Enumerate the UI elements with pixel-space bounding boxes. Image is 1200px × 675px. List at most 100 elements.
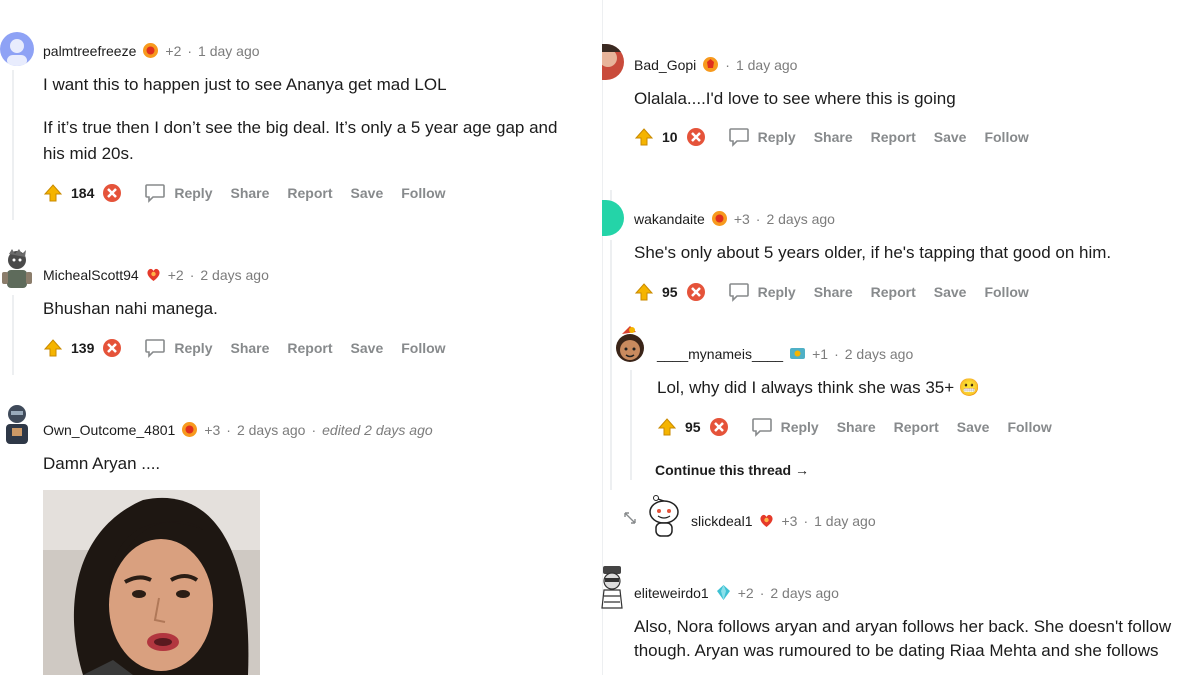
downvote-icon[interactable] (102, 338, 122, 358)
separator-dot: · (725, 56, 730, 73)
comment-image[interactable] (43, 490, 260, 675)
award-icon (181, 421, 198, 438)
username[interactable]: eliteweirdo1 (634, 585, 709, 601)
avatar[interactable] (0, 402, 34, 446)
vote-count: 95 (662, 284, 678, 300)
vote-count: 139 (71, 340, 95, 356)
username[interactable]: palmtreefreeze (43, 43, 136, 59)
reply-button[interactable]: Reply (144, 183, 212, 203)
thread-line[interactable] (12, 295, 14, 375)
thread-line[interactable] (630, 370, 632, 480)
timestamp[interactable]: 2 days ago (766, 211, 835, 227)
comment-meta: MichealScott94 +2 · 2 days ago (43, 266, 269, 283)
downvote-icon[interactable] (102, 183, 122, 203)
award-icon (711, 210, 728, 227)
upvote-icon[interactable] (634, 127, 654, 147)
save-button[interactable]: Save (934, 129, 967, 145)
reply-button[interactable]: Reply (751, 417, 819, 437)
report-button[interactable]: Report (871, 284, 916, 300)
upvote-icon[interactable] (43, 183, 63, 203)
reply-button[interactable]: Reply (728, 127, 796, 147)
separator-dot: · (803, 512, 809, 529)
comment-icon (144, 183, 166, 203)
timestamp[interactable]: 1 day ago (814, 513, 876, 529)
karma-count: +3 (781, 512, 798, 529)
upvote-icon[interactable] (657, 417, 677, 437)
comment-text: though. Aryan was rumoured to be dating … (634, 641, 1159, 660)
reply-label: Reply (174, 185, 213, 201)
timestamp[interactable]: 2 days ago (200, 267, 269, 283)
share-button[interactable]: Share (837, 419, 876, 435)
comment-text: Olalala....I'd love to see where this is… (634, 89, 956, 108)
comment-actions: 139 Reply Share Report Save Follow (43, 338, 464, 358)
award-icon (145, 266, 162, 283)
upvote-icon[interactable] (634, 282, 654, 302)
avatar[interactable] (600, 564, 626, 610)
username[interactable]: ____mynameis____ (657, 346, 783, 362)
timestamp[interactable]: 2 days ago (770, 585, 839, 601)
username[interactable]: wakandaite (634, 211, 705, 227)
continue-thread-link[interactable]: Continue this thread → (655, 462, 809, 478)
save-button[interactable]: Save (957, 419, 990, 435)
reply-label: Reply (780, 419, 819, 435)
karma-count: +2 (737, 584, 754, 601)
follow-button[interactable]: Follow (401, 185, 445, 201)
follow-button[interactable]: Follow (401, 340, 445, 356)
avatar[interactable] (646, 494, 682, 538)
share-button[interactable]: Share (814, 284, 853, 300)
separator-dot: · (759, 584, 765, 601)
timestamp[interactable]: 1 day ago (736, 57, 798, 73)
avatar[interactable] (602, 44, 624, 80)
separator-dot: · (189, 266, 195, 283)
follow-button[interactable]: Follow (984, 129, 1028, 145)
comment-actions: 95 Reply Share Report Save Follow (657, 417, 1070, 437)
comment-meta: ____mynameis____ +1 · 2 days ago (657, 345, 913, 362)
avatar[interactable] (602, 200, 624, 236)
report-button[interactable]: Report (287, 340, 332, 356)
upvote-icon[interactable] (43, 338, 63, 358)
comment-actions: 184 Reply Share Report Save Follow (43, 183, 464, 203)
timestamp[interactable]: 1 day ago (198, 43, 260, 59)
save-button[interactable]: Save (351, 185, 384, 201)
separator-dot: · (311, 421, 317, 438)
reply-label: Reply (757, 129, 796, 145)
comment-icon (751, 417, 773, 437)
report-button[interactable]: Report (871, 129, 916, 145)
karma-count: +1 (812, 345, 829, 362)
reply-button[interactable]: Reply (144, 338, 212, 358)
expand-icon[interactable] (622, 510, 638, 531)
username[interactable]: Bad_Gopi (634, 57, 696, 73)
separator-dot: · (755, 210, 761, 227)
follow-button[interactable]: Follow (1007, 419, 1051, 435)
username[interactable]: Own_Outcome_4801 (43, 422, 175, 438)
report-button[interactable]: Report (894, 419, 939, 435)
avatar[interactable] (0, 248, 34, 290)
downvote-icon[interactable] (686, 282, 706, 302)
downvote-icon[interactable] (686, 127, 706, 147)
timestamp[interactable]: 2 days ago (237, 422, 306, 438)
comment-text: If it’s true then I don’t see the big de… (43, 118, 558, 137)
report-button[interactable]: Report (287, 185, 332, 201)
share-button[interactable]: Share (814, 129, 853, 145)
save-button[interactable]: Save (934, 284, 967, 300)
username[interactable]: slickdeal1 (691, 513, 752, 529)
comment-text: I want this to happen just to see Ananya… (43, 75, 447, 94)
downvote-icon[interactable] (709, 417, 729, 437)
vote-count: 184 (71, 185, 95, 201)
follow-button[interactable]: Follow (984, 284, 1028, 300)
karma-count: +2 (167, 266, 184, 283)
avatar[interactable] (0, 32, 34, 66)
karma-count: +3 (204, 421, 221, 438)
comment-icon (144, 338, 166, 358)
username[interactable]: MichealScott94 (43, 267, 139, 283)
share-button[interactable]: Share (230, 340, 269, 356)
reply-button[interactable]: Reply (728, 282, 796, 302)
avatar[interactable] (612, 326, 648, 370)
award-icon (715, 584, 732, 601)
thread-line[interactable] (12, 70, 14, 220)
comment-meta: Own_Outcome_4801 +3 · 2 days ago · edite… (43, 421, 433, 438)
save-button[interactable]: Save (351, 340, 384, 356)
share-button[interactable]: Share (230, 185, 269, 201)
timestamp[interactable]: 2 days ago (845, 346, 914, 362)
award-icon (702, 56, 719, 73)
